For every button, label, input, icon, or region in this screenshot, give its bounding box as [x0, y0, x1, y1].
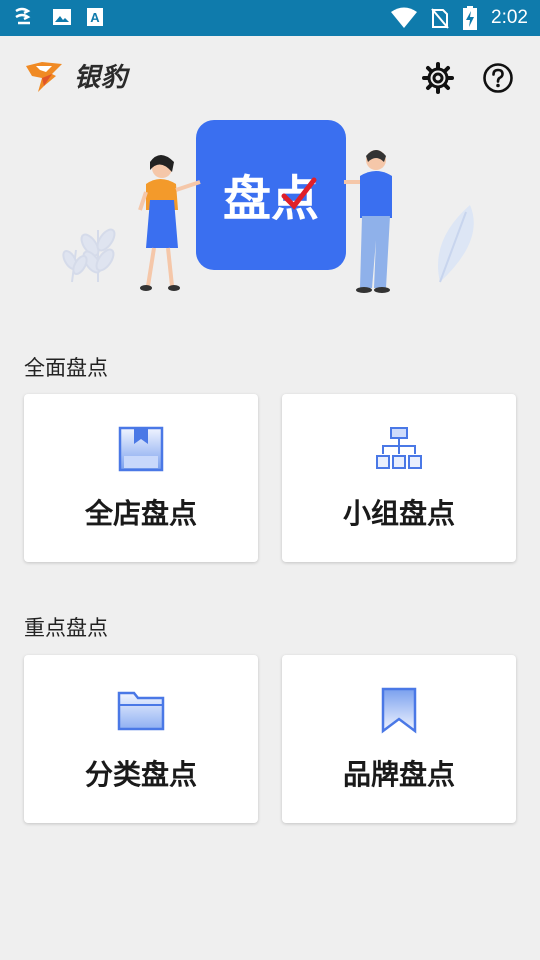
category-inventory-label: 分类盘点 [84, 758, 197, 791]
cast-icon [15, 7, 31, 25]
clock: 2:02 [491, 7, 528, 28]
leaf-right-icon [438, 205, 474, 283]
brand-name: 银豹 [74, 62, 129, 93]
brand-inventory-card[interactable]: 品牌盘点 [282, 655, 516, 823]
status-bar: A 2:02 [0, 0, 540, 36]
brand-inventory-label: 品牌盘点 [342, 758, 455, 791]
help-button[interactable] [480, 60, 516, 96]
person-woman-icon [138, 155, 201, 291]
svg-text:A: A [90, 10, 100, 25]
settings-button[interactable] [420, 60, 456, 96]
plant-left-icon [62, 228, 116, 283]
bookmark-icon [381, 687, 417, 734]
box-icon [118, 426, 164, 472]
section-title-focus-inventory: 重点盘点 [24, 616, 108, 640]
question-circle-icon [483, 63, 513, 93]
group-inventory-card[interactable]: 小组盘点 [282, 394, 516, 562]
org-chart-icon [376, 427, 422, 469]
leopard-logo-icon [26, 62, 62, 92]
battery-charging-icon [463, 6, 478, 30]
hero-illustration: 盘点 [0, 110, 540, 310]
section-title-full-inventory: 全面盘点 [24, 356, 108, 380]
a-box-icon: A [87, 8, 103, 26]
gear-icon [422, 62, 454, 94]
inventory-illustration: 盘点 [62, 120, 474, 293]
group-inventory-label: 小组盘点 [342, 497, 455, 530]
brand-logo: 银豹 [22, 56, 128, 94]
board-label: 盘点 [223, 171, 319, 227]
no-sim-icon [431, 8, 449, 29]
store-inventory-card[interactable]: 全店盘点 [24, 394, 258, 562]
category-inventory-card[interactable]: 分类盘点 [24, 655, 258, 823]
image-icon [53, 9, 71, 25]
app-bar: 银豹 [0, 36, 540, 120]
folder-icon [117, 691, 165, 731]
wifi-icon [391, 7, 418, 28]
store-inventory-label: 全店盘点 [84, 497, 197, 530]
person-man-icon [344, 150, 392, 293]
